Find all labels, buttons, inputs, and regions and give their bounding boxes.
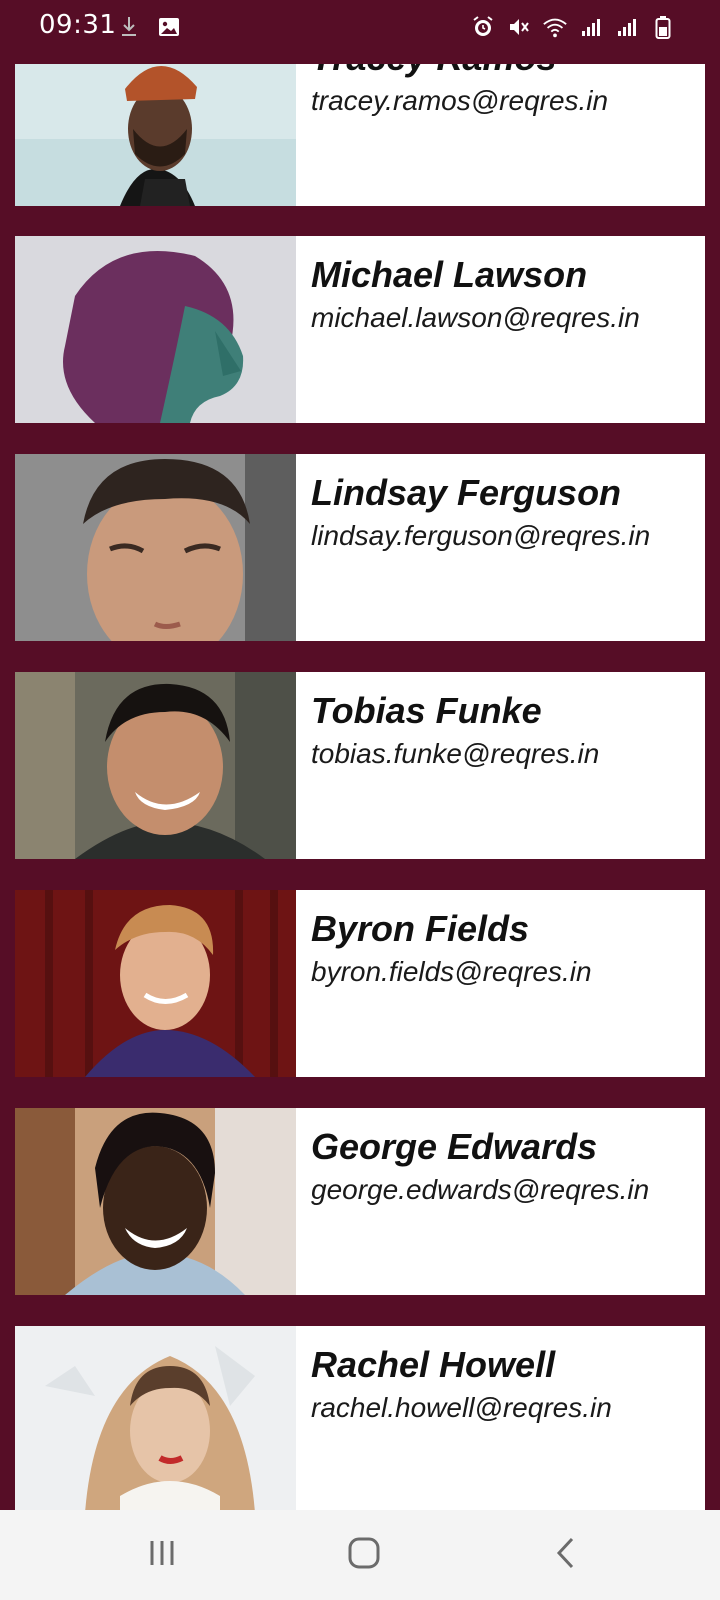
user-email: lindsay.ferguson@reqres.in — [311, 520, 651, 551]
user-email: byron.fields@reqres.in — [311, 956, 592, 987]
signal-icon — [578, 14, 604, 40]
battery-icon — [650, 14, 676, 40]
user-name: Michael Lawson — [311, 254, 588, 295]
avatar — [15, 454, 296, 641]
user-card[interactable]: George Edwards george.edwards@reqres.in — [15, 1108, 705, 1295]
recent-apps-icon — [147, 1538, 177, 1573]
download-icon — [116, 14, 142, 40]
avatar — [15, 890, 296, 1077]
status-bar: 09:31 — [0, 0, 720, 64]
user-card[interactable]: Lindsay Ferguson lindsay.ferguson@reqres… — [15, 454, 705, 641]
user-card[interactable]: Michael Lawson michael.lawson@reqres.in — [15, 236, 705, 423]
user-card[interactable]: Tobias Funke tobias.funke@reqres.in — [15, 672, 705, 859]
user-name: Byron Fields — [311, 908, 530, 949]
signal-icon — [614, 14, 640, 40]
back-button[interactable] — [536, 1532, 596, 1578]
avatar — [15, 236, 296, 423]
alarm-icon — [470, 14, 496, 40]
user-email: rachel.howell@reqres.in — [311, 1392, 612, 1423]
user-card[interactable]: Rachel Howell rachel.howell@reqres.in — [15, 1326, 705, 1510]
user-email: george.edwards@reqres.in — [311, 1174, 650, 1205]
avatar — [15, 1326, 296, 1510]
user-card[interactable]: Byron Fields byron.fields@reqres.in — [15, 890, 705, 1077]
navigation-bar — [0, 1510, 720, 1600]
mute-icon — [506, 14, 532, 40]
user-email: michael.lawson@reqres.in — [311, 302, 640, 333]
avatar — [15, 1108, 296, 1295]
back-icon — [554, 1536, 578, 1575]
user-name: Lindsay Ferguson — [311, 472, 622, 513]
recent-apps-button[interactable] — [132, 1532, 192, 1578]
user-name: George Edwards — [311, 1126, 598, 1167]
user-name: Rachel Howell — [311, 1344, 556, 1385]
user-name: Tobias Funke — [311, 690, 542, 731]
user-list[interactable]: Tracey Ramos tracey.ramos@reqres.in Mich… — [15, 0, 705, 1510]
home-button[interactable] — [334, 1532, 394, 1578]
user-email: tracey.ramos@reqres.in — [311, 85, 609, 116]
status-time: 09:31 — [39, 10, 117, 40]
avatar — [15, 672, 296, 859]
image-icon — [156, 14, 182, 40]
user-email: tobias.funke@reqres.in — [311, 738, 600, 769]
wifi-icon — [542, 14, 568, 40]
home-icon — [347, 1536, 381, 1575]
